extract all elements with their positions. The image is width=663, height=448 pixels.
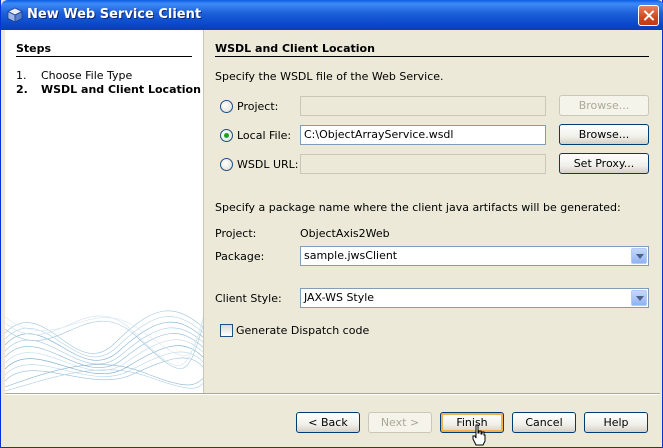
local-file-field[interactable]: C:\ObjectArrayService.wsdl [300,125,546,145]
generate-dispatch-label[interactable]: Generate Dispatch code [236,324,369,337]
cancel-button[interactable]: Cancel [512,412,576,433]
project-radio-label[interactable]: Project: [237,100,278,113]
generate-dispatch-checkbox[interactable] [220,324,233,337]
steps-title: Steps [16,42,52,55]
hand-pointer-cursor-icon [472,424,486,446]
package-combobox[interactable]: sample.jwsClient [300,246,649,266]
project-browse-button[interactable]: Browse... [559,95,649,116]
help-button[interactable]: Help [584,412,648,433]
step-label: Choose File Type [41,69,133,82]
chevron-down-icon[interactable] [631,290,647,306]
wizard-window: New Web Service Client Steps 1. Choose Fi… [0,0,663,448]
client-style-combobox[interactable]: JAX-WS Style [300,288,649,308]
package-label: Package: [215,250,265,263]
steps-divider [16,56,192,57]
wsdl-url-radio-label[interactable]: WSDL URL: [237,158,298,171]
package-combobox-value: sample.jwsClient [304,249,398,262]
project-field[interactable] [300,96,546,116]
step-label: WSDL and Client Location [41,83,201,96]
local-file-radio[interactable] [220,129,233,142]
step-wsdl-client-location: 2. WSDL and Client Location [16,83,201,96]
section-divider [215,56,649,57]
wsdl-url-field[interactable] [300,154,546,174]
section-title: WSDL and Client Location [215,42,375,55]
chevron-down-icon[interactable] [631,248,647,264]
package-intro-text: Specify a package name where the client … [215,201,621,214]
step-choose-file-type: 1. Choose File Type [16,69,132,82]
steps-pane: Steps 1. Choose File Type 2. WSDL and Clie… [5,30,204,393]
project-name-value: ObjectAxis2Web [300,227,390,240]
content-pane: WSDL and Client Location Specify the WSD… [204,30,660,393]
set-proxy-button[interactable]: Set Proxy... [559,153,649,174]
wsdl-intro-text: Specify the WSDL file of the Web Service… [215,70,444,83]
local-file-browse-button[interactable]: Browse... [559,124,649,145]
title-bar[interactable]: New Web Service Client [1,0,663,30]
decorative-wave-graphic [5,310,203,392]
wsdl-url-radio[interactable] [220,158,233,171]
app-cube-icon [7,7,23,23]
step-number: 1. [16,69,27,82]
client-style-label: Client Style: [215,292,282,305]
project-radio[interactable] [220,100,233,113]
local-file-radio-label[interactable]: Local File: [237,129,291,142]
client-style-combobox-value: JAX-WS Style [304,291,375,304]
project-label: Project: [215,227,257,240]
footer-divider [5,393,660,395]
window-title: New Web Service Client [27,7,202,22]
back-button[interactable]: < Back [296,412,360,433]
step-number: 2. [16,83,28,96]
next-button[interactable]: Next > [368,412,432,433]
close-button[interactable] [638,5,659,26]
